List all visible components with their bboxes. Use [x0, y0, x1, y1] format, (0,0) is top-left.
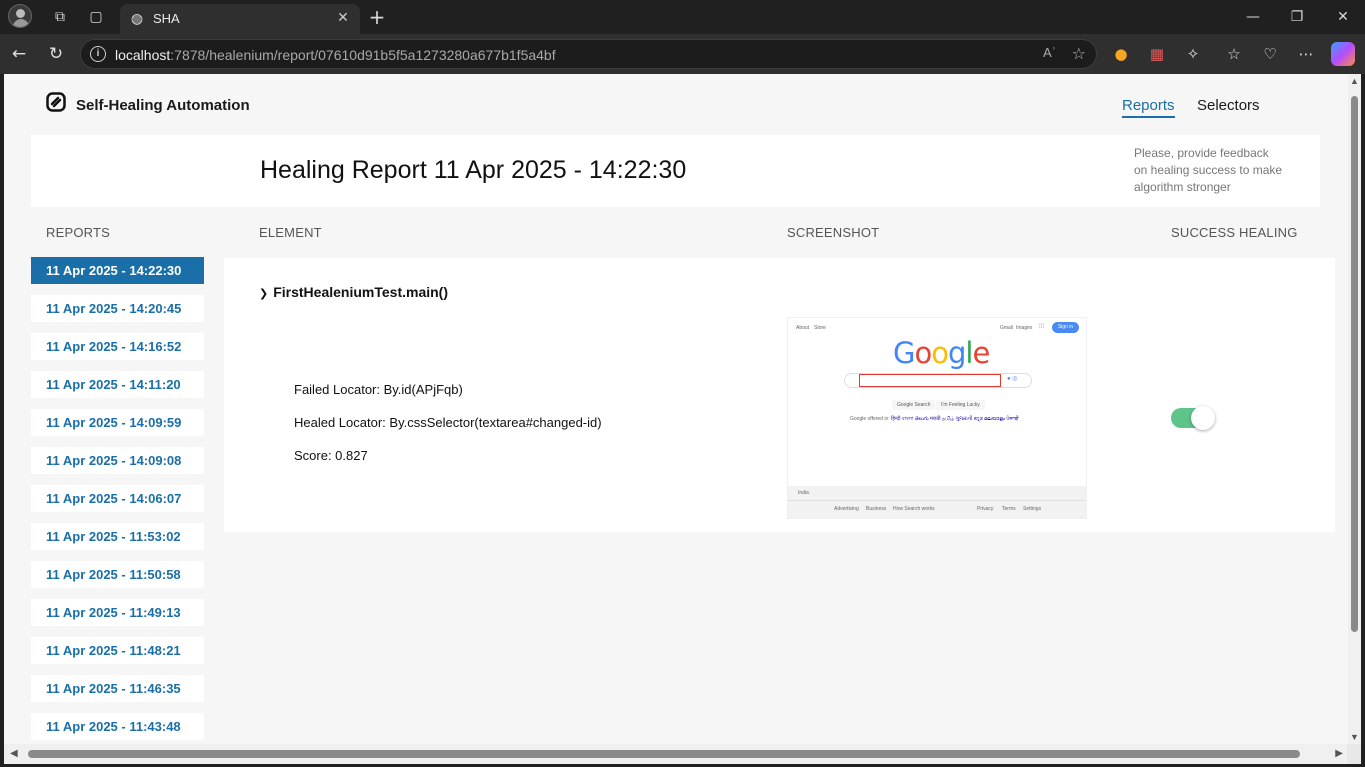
tab-title: SHA [153, 11, 180, 26]
shot-advertising: Advertising [834, 506, 859, 512]
google-logo-icon: Google [893, 336, 990, 370]
report-item-active[interactable]: 11 Apr 2025 - 14:22:30 [31, 257, 204, 284]
healing-entry-panel: ❯ FirstHealeniumTest.main() Failed Locato… [224, 258, 1335, 532]
chevron-right-icon: ❯ [259, 287, 269, 300]
globe-icon: ◍ [130, 11, 144, 27]
column-header-success-healing: SUCCESS HEALING [1171, 225, 1298, 240]
window-minimize-icon[interactable]: — [1242, 6, 1264, 28]
read-aloud-icon[interactable]: Aʾ [1043, 45, 1056, 60]
app-logo-icon [46, 92, 66, 112]
healing-screenshot[interactable]: About Store Gmail Images ⁞⁞⁞ Sign in Goo… [787, 317, 1087, 519]
brand-name: Self-Healing Automation [76, 97, 250, 114]
nav-link-reports[interactable]: Reports [1122, 97, 1175, 118]
favorite-star-icon[interactable]: ☆ [1072, 44, 1086, 63]
extension-grid-icon[interactable]: ▦ [1146, 43, 1168, 65]
url-host: localhost [115, 47, 171, 63]
report-item[interactable]: 11 Apr 2025 - 11:53:02 [31, 523, 204, 550]
site-info-icon[interactable]: i [90, 46, 106, 62]
column-header-screenshot: SCREENSHOT [787, 225, 880, 240]
failed-locator: Failed Locator: By.id(APjFqb) [294, 382, 463, 397]
shot-signin: Sign in [1052, 322, 1079, 333]
report-item[interactable]: 11 Apr 2025 - 14:11:20 [31, 371, 204, 398]
healed-locator: Healed Locator: By.cssSelector(textarea#… [294, 415, 602, 430]
new-tab-icon[interactable]: + [366, 6, 388, 28]
scroll-right-icon[interactable]: ▶ [1335, 748, 1343, 759]
shot-images: Images [1016, 325, 1033, 331]
profile-avatar-icon[interactable] [8, 4, 32, 28]
report-item[interactable]: 11 Apr 2025 - 14:20:45 [31, 295, 204, 322]
horizontal-scrollbar[interactable]: ◀ ▶ [4, 744, 1361, 764]
shot-terms: Terms [1002, 506, 1016, 512]
report-item[interactable]: 11 Apr 2025 - 11:46:35 [31, 675, 204, 702]
shot-business: Business [866, 506, 887, 512]
toggle-knob [1191, 406, 1215, 430]
url-text: localhost:7878/healenium/report/07610d91… [115, 47, 556, 63]
shot-footer-divider [788, 500, 1086, 501]
method-expander[interactable]: ❯ FirstHealeniumTest.main() [259, 284, 448, 300]
report-item[interactable]: 11 Apr 2025 - 11:48:21 [31, 637, 204, 664]
extension-icon[interactable]: ● [1110, 43, 1132, 65]
shot-offered-in: Google offered in: हिन्दी বাংলা తెలుగు म… [850, 416, 1019, 424]
report-item[interactable]: 11 Apr 2025 - 14:06:07 [31, 485, 204, 512]
workspaces-icon[interactable]: ⧉ [49, 6, 71, 28]
report-item[interactable]: 11 Apr 2025 - 14:09:59 [31, 409, 204, 436]
shot-highlighted-field [859, 374, 1001, 387]
url-path: :7878/healenium/report/07610d91b5f5a1273… [170, 47, 556, 63]
browser-tab-active[interactable]: ◍ SHA ✕ [120, 4, 360, 34]
tab-close-icon[interactable]: ✕ [334, 9, 352, 27]
shot-offered-langs: हिन्दी বাংলা తెలుగు मराठी தமிழ் ગુજરાતી … [891, 416, 1019, 422]
report-header: Healing Report 11 Apr 2025 - 14:22:30 Pl… [31, 135, 1320, 207]
scrollbar-corner [1347, 744, 1361, 764]
scroll-left-icon[interactable]: ◀ [10, 748, 18, 759]
more-menu-icon[interactable]: ⋯ [1295, 43, 1317, 65]
horizontal-scroll-thumb[interactable] [28, 750, 1300, 758]
success-healing-toggle[interactable] [1171, 406, 1215, 430]
feedback-note: Please, provide feedback on healing succ… [1134, 146, 1283, 194]
refresh-icon[interactable]: ↻ [45, 43, 67, 65]
method-name: FirstHealeniumTest.main() [273, 284, 448, 300]
shot-mic-icon: ● ◎ [1007, 376, 1018, 382]
back-arrow-icon[interactable]: ← [8, 43, 30, 65]
copilot-icon[interactable] [1331, 42, 1355, 66]
report-item[interactable]: 11 Apr 2025 - 14:09:08 [31, 447, 204, 474]
report-item[interactable]: 11 Apr 2025 - 11:50:58 [31, 561, 204, 588]
extensions-puzzle-icon[interactable]: ✧ [1182, 43, 1204, 65]
shot-privacy: Privacy [977, 506, 994, 512]
report-item[interactable]: 11 Apr 2025 - 11:49:13 [31, 599, 204, 626]
shot-apps-icon: ⁞⁞⁞ [1039, 324, 1045, 330]
report-item[interactable]: 11 Apr 2025 - 11:43:48 [31, 713, 204, 740]
browser-toolbar: ← ↻ i localhost:7878/healenium/report/07… [0, 34, 1365, 74]
shot-country: India [798, 490, 809, 496]
shot-search-button: Google Search [892, 400, 936, 410]
scroll-down-icon[interactable]: ▼ [1350, 732, 1359, 742]
shot-offered-prefix: Google offered in: [850, 416, 890, 422]
window-close-icon[interactable]: ✕ [1332, 6, 1354, 28]
shot-settings: Settings [1023, 506, 1042, 512]
address-bar[interactable]: i localhost:7878/healenium/report/07610d… [80, 39, 1097, 69]
report-title: Healing Report 11 Apr 2025 - 14:22:30 [260, 156, 687, 184]
window-restore-icon[interactable]: ❐ [1286, 6, 1308, 28]
column-header-reports: REPORTS [46, 225, 111, 240]
column-header-element: ELEMENT [259, 225, 322, 240]
tab-actions-icon[interactable]: ▢ [85, 6, 107, 28]
report-item[interactable]: 11 Apr 2025 - 14:16:52 [31, 333, 204, 360]
browser-essentials-icon[interactable]: ♡ [1259, 43, 1281, 65]
shot-how-search: How Search works [893, 506, 935, 512]
shot-lucky-button: I'm Feeling Lucky [936, 400, 985, 410]
vertical-scroll-thumb[interactable] [1351, 96, 1358, 632]
shot-about: About [796, 325, 810, 331]
shot-store: Store [814, 325, 826, 331]
nav-link-selectors[interactable]: Selectors [1197, 97, 1260, 114]
page-viewport: Self-Healing Automation Reports Selector… [4, 74, 1348, 744]
shot-footer: India Advertising Business How Search wo… [788, 486, 1086, 518]
browser-tab-strip: ⧉ ▢ ◍ SHA ✕ + — ❐ ✕ [0, 0, 1365, 34]
healing-score: Score: 0.827 [294, 448, 368, 463]
vertical-scrollbar[interactable]: ▲ ▼ [1348, 74, 1361, 744]
scroll-up-icon[interactable]: ▲ [1350, 76, 1359, 86]
favorites-icon[interactable]: ☆ [1223, 43, 1245, 65]
shot-gmail: Gmail [1000, 325, 1014, 331]
